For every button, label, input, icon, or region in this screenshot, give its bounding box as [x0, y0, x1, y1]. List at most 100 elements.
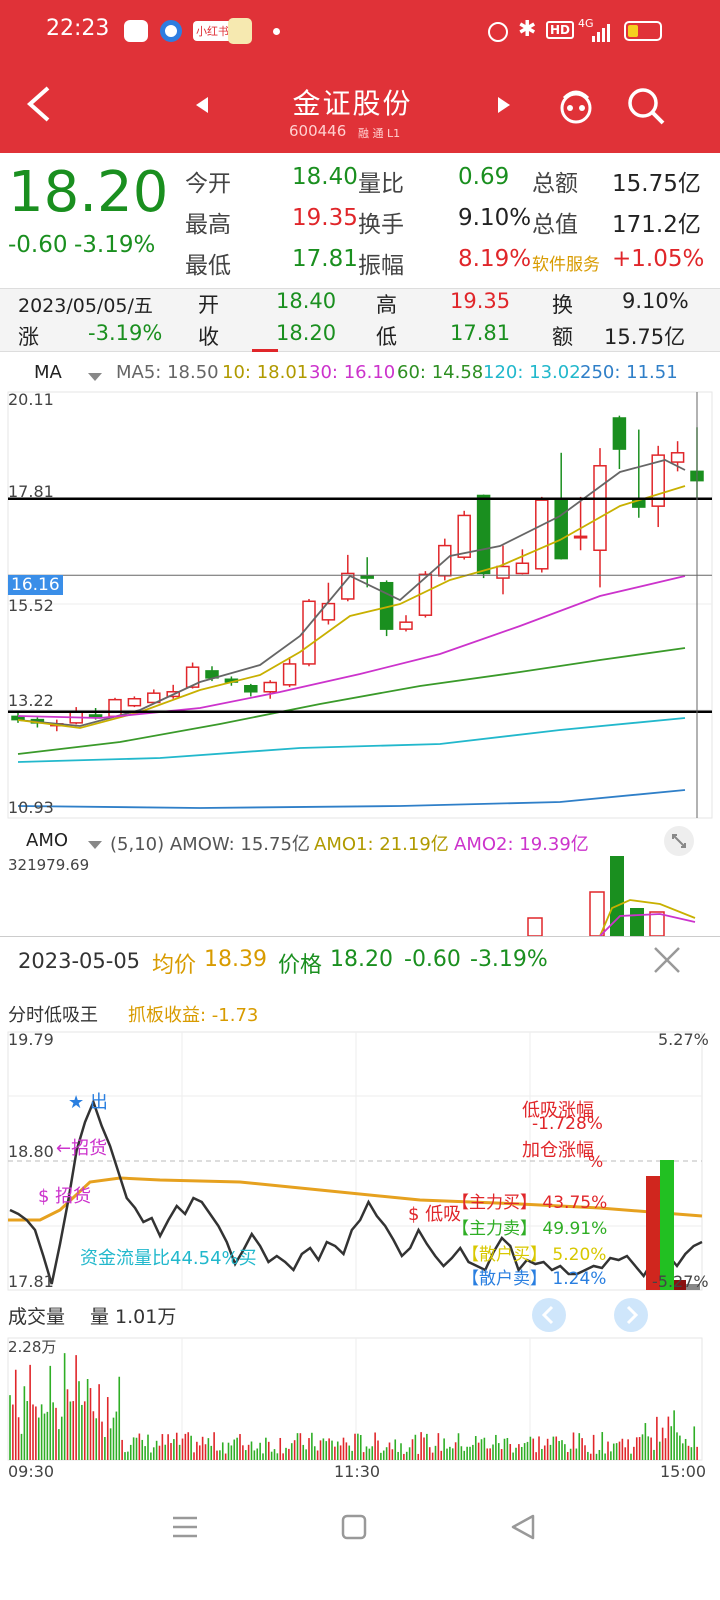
app-header: 22:23 小红书 ✱ HD 4G 金证股份 600446 融 通 L1	[0, 0, 720, 153]
kline-y-mid: 15.52	[8, 596, 54, 615]
main-sell-bar	[660, 1160, 674, 1290]
add-gain: %	[588, 1152, 604, 1171]
next-stock-icon[interactable]	[496, 95, 512, 119]
summary-high-label: 高	[376, 293, 397, 317]
summary-amt: 15.75亿	[604, 325, 686, 349]
candle-body	[399, 621, 413, 630]
stock-title: 金证股份	[292, 87, 413, 120]
volume-chart	[7, 1337, 703, 1461]
quote-value: +1.05%	[612, 246, 705, 272]
quote-label: 软件服务	[532, 255, 600, 275]
candle-body	[127, 697, 142, 707]
candle-body	[496, 565, 510, 579]
status-time: 22:23	[46, 16, 110, 41]
back-nav-icon[interactable]	[510, 1514, 536, 1544]
quote-value: 171.2亿	[612, 212, 701, 238]
candle-body	[108, 698, 122, 718]
summary-close: 18.20	[276, 321, 337, 345]
system-nav-bar	[0, 1490, 720, 1600]
summary-date: 2023/05/05/五	[18, 295, 153, 317]
intraday-pct-top: 5.27%	[658, 1030, 709, 1049]
candle-body	[457, 514, 471, 558]
popup-change-pct: -3.19%	[470, 947, 548, 972]
quote-label: 总值	[532, 212, 578, 238]
quote-value: 15.75亿	[612, 171, 701, 197]
expand-icon[interactable]	[664, 826, 694, 856]
add-gain-label: 加仓涨幅	[522, 1140, 594, 1161]
quote-label: 换手	[358, 212, 404, 238]
stock-code: 600446	[289, 122, 347, 140]
quote-label: 今开	[185, 171, 231, 197]
quote-value: 18.40	[292, 164, 358, 190]
amo-legend[interactable]: AMO (5,10) AMOW: 15.75亿 AMO1: 21.19亿 AMO…	[0, 826, 720, 856]
browser-notification-icon	[160, 20, 182, 42]
popup-date: 2023-05-05	[18, 949, 141, 973]
amo-chart	[527, 856, 696, 936]
amo-bar	[630, 908, 644, 936]
summary-amt-label: 额	[552, 325, 573, 349]
alarm-icon	[488, 22, 508, 42]
amo-bar	[649, 911, 665, 936]
moving-average-line	[17, 717, 686, 763]
dip-gain: -1.728%	[532, 1114, 603, 1134]
quote-value: 9.10%	[458, 205, 532, 231]
next-chevron-icon[interactable]	[614, 1298, 648, 1332]
amo-params: (5,10) AMOW: 15.75亿	[110, 834, 310, 855]
candle-body	[302, 600, 316, 665]
summary-close-label: 收	[198, 325, 219, 349]
quote-label: 量比	[358, 171, 404, 197]
candle-body	[282, 663, 297, 686]
prev-chevron-icon[interactable]	[532, 1298, 566, 1332]
time-end: 15:00	[660, 1462, 707, 1481]
home-icon[interactable]	[341, 1514, 367, 1544]
quote-grid: 今开 18.40 量比 0.69 总额 15.75亿 最高 19.35 换手 9.10% 总值 171…	[0, 160, 720, 280]
candle-body	[535, 499, 549, 570]
quote-label: 振幅	[358, 253, 404, 279]
bluetooth-icon: ✱	[518, 17, 537, 42]
day-summary: 2023/05/05/五 开 18.40 高 19.35 换 9.10% 涨 -…	[0, 288, 720, 352]
quote-value: 17.81	[292, 246, 358, 272]
ma-legend[interactable]: MA MA5: 18.50 10: 18.01 30: 16.10 60: 14…	[0, 360, 720, 386]
close-icon[interactable]	[652, 945, 682, 979]
chevron-down-icon	[88, 834, 102, 855]
close-indicator	[252, 349, 278, 352]
summary-chg-label: 涨	[18, 325, 39, 349]
chevron-down-icon	[88, 366, 102, 387]
ma60-value: 60: 14.58	[397, 362, 484, 383]
intraday-y-bottom: 17.81	[8, 1272, 54, 1291]
ma30-value: 30: 16.10	[309, 362, 396, 383]
battery-icon	[624, 21, 662, 41]
candle-body	[670, 452, 685, 463]
amo2-value: AMO2: 19.39亿	[454, 834, 589, 855]
retail-buy: 【散户买】 5.20%	[462, 1245, 607, 1265]
game-notification-icon	[228, 18, 252, 44]
kline-chart[interactable]	[0, 390, 720, 820]
quote-value: 8.19%	[458, 246, 532, 272]
kline-y-bottom: 10.93	[8, 798, 54, 817]
kline-y-low-line: 13.22	[8, 691, 54, 710]
ma250-value: 250: 11.51	[580, 362, 678, 383]
ma-indicator-name: MA	[34, 362, 62, 383]
candle-body	[593, 465, 607, 551]
assistant-icon[interactable]	[556, 86, 596, 130]
price-label: 价格	[278, 953, 323, 978]
summary-turn: 9.10%	[622, 289, 689, 313]
summary-high: 19.35	[450, 289, 511, 313]
indicator-profit: 抓板收益: -1.73	[128, 1005, 259, 1026]
avg-price: 18.39	[204, 947, 267, 972]
candle-body	[360, 575, 374, 579]
quote-label: 最低	[185, 253, 231, 279]
summary-low-label: 低	[376, 325, 397, 349]
search-icon[interactable]	[626, 86, 666, 130]
candle-body	[612, 417, 627, 450]
summary-chg: -3.19%	[88, 321, 163, 345]
candle-body	[263, 681, 277, 693]
more-notifications-icon	[273, 28, 280, 35]
fund-flow-ratio: 资金流量比44.54%买	[80, 1248, 257, 1269]
intraday-pct-bottom: -5.27%	[652, 1272, 709, 1291]
market-tag: 融 通 L1	[358, 127, 401, 140]
ma5-value: MA5: 18.50	[116, 362, 219, 383]
menu-icon[interactable]	[172, 1514, 198, 1544]
summary-open-label: 开	[198, 293, 219, 317]
candle-body	[88, 714, 103, 718]
